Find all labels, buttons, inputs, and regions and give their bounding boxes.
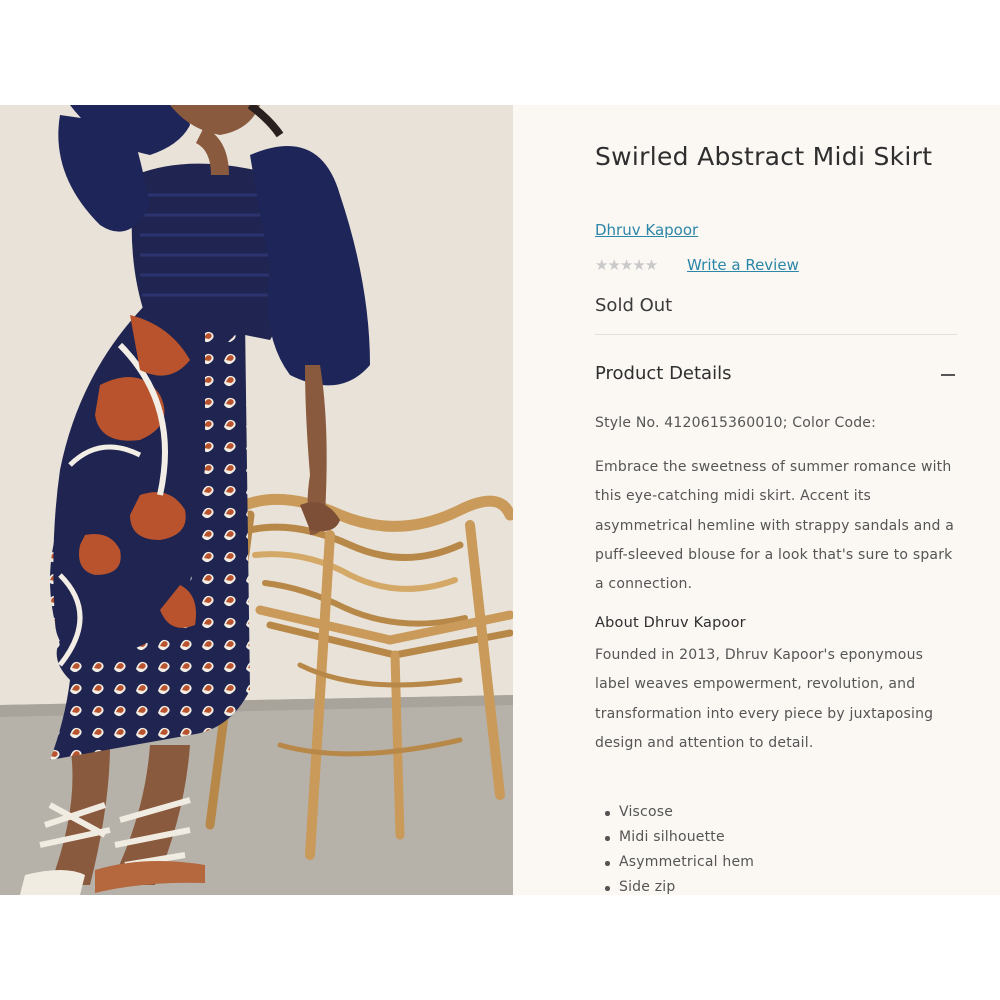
- list-item: Midi silhouette: [595, 825, 957, 850]
- product-page: Swirled Abstract Midi Skirt Dhruv Kapoor…: [0, 105, 1000, 895]
- list-item: Viscose: [595, 800, 957, 825]
- product-details-toggle[interactable]: Product Details: [595, 361, 957, 391]
- minus-icon[interactable]: [941, 374, 955, 376]
- style-number: Style No. 4120615360010; Color Code:: [595, 415, 877, 431]
- list-item: Side zip: [595, 875, 957, 900]
- product-photo: [0, 105, 513, 895]
- brand-link[interactable]: Dhruv Kapoor: [595, 221, 698, 239]
- rating-stars-icon: ★★★★★: [595, 256, 658, 274]
- write-review-link[interactable]: Write a Review: [687, 256, 799, 274]
- divider: [595, 334, 957, 335]
- availability-status: Sold Out: [595, 295, 673, 316]
- feature-list: Viscose Midi silhouette Asymmetrical hem…: [595, 800, 957, 900]
- about-brand-text: Founded in 2013, Dhruv Kapoor's eponymou…: [595, 647, 934, 751]
- product-details-heading: Product Details: [595, 363, 732, 384]
- about-brand-heading: About Dhruv Kapoor: [595, 615, 746, 631]
- product-description: Embrace the sweetness of summer romance …: [595, 459, 955, 593]
- list-item: Asymmetrical hem: [595, 850, 957, 875]
- product-title: Swirled Abstract Midi Skirt: [595, 142, 933, 171]
